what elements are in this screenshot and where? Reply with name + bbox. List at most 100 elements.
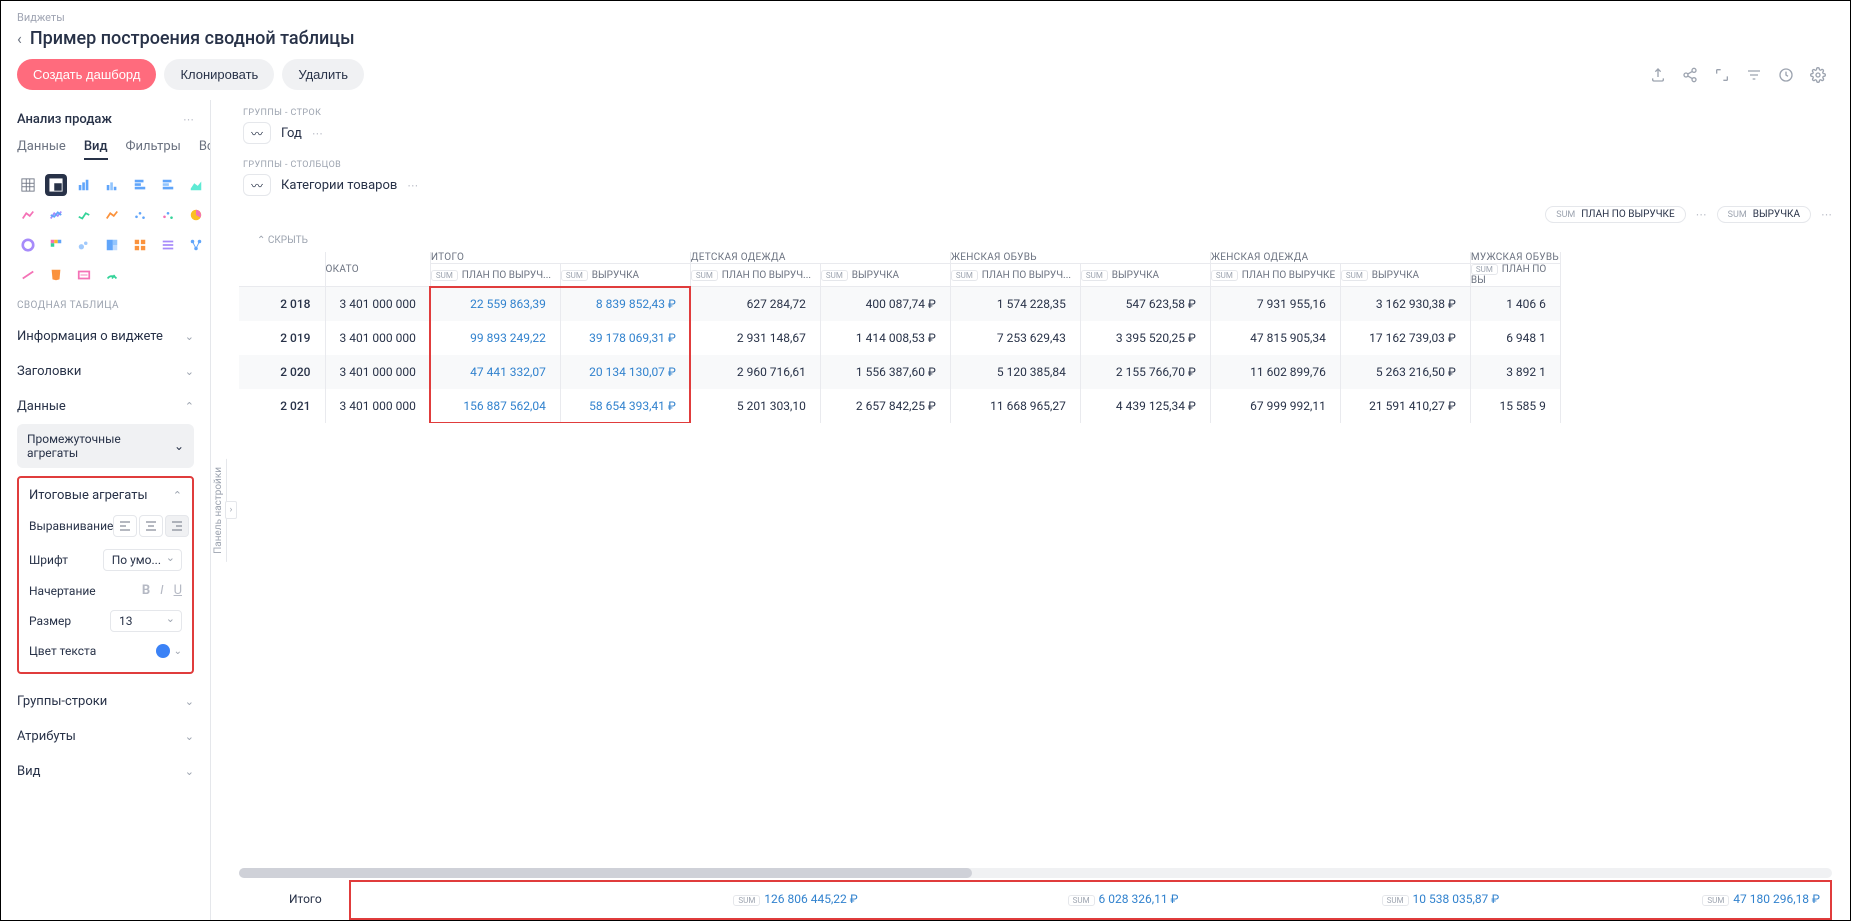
expand-icon[interactable] bbox=[1714, 67, 1730, 83]
size-select[interactable]: 13 bbox=[110, 610, 182, 632]
chart-type-card-icon[interactable] bbox=[73, 264, 95, 286]
rows-group-value[interactable]: Год bbox=[281, 126, 302, 141]
collapser-data[interactable]: Данные⌃ bbox=[17, 389, 204, 424]
clone-button[interactable]: Клонировать bbox=[164, 59, 274, 90]
share-icon[interactable] bbox=[1682, 67, 1698, 83]
metric-plan[interactable]: SUMПЛАН ПО ВЫРУЧКЕ bbox=[1545, 206, 1685, 223]
th-sub-rev[interactable]: SUMВЫРУЧКА bbox=[560, 264, 690, 287]
history-icon[interactable] bbox=[1778, 67, 1794, 83]
th-sub-plan[interactable]: SUMПЛАН ПО ВЫРУЧ... bbox=[430, 264, 560, 287]
align-left-button[interactable] bbox=[113, 515, 137, 537]
back-icon[interactable]: ‹ bbox=[17, 29, 22, 48]
th-kids[interactable]: ДЕТСКАЯ ОДЕЖДА bbox=[690, 252, 950, 264]
th-okato[interactable]: ОКАТО bbox=[325, 252, 430, 287]
collapser-attributes[interactable]: Атрибуты⌄ bbox=[17, 719, 204, 754]
chart-type-grid bbox=[17, 174, 204, 286]
itogo-plan-cell[interactable]: 99 893 249,22 bbox=[430, 321, 560, 355]
itogo-rev-cell[interactable]: 58 654 393,41 ₽ bbox=[560, 389, 690, 423]
chart-type-area-icon[interactable] bbox=[185, 174, 207, 196]
breadcrumb[interactable]: Виджеты bbox=[17, 11, 1834, 24]
th-sub-plan[interactable]: SUMПЛАН ПО ВЫРУЧКЕ bbox=[1210, 264, 1340, 287]
chart-type-hbar-icon[interactable] bbox=[129, 174, 151, 196]
itogo-rev-cell[interactable]: 39 178 069,31 ₽ bbox=[560, 321, 690, 355]
th-sub-rev[interactable]: SUMВЫРУЧКА bbox=[1340, 264, 1470, 287]
export-icon[interactable] bbox=[1650, 67, 1666, 83]
rows-group-menu[interactable]: ⋯ bbox=[312, 127, 323, 140]
delete-button[interactable]: Удалить bbox=[282, 59, 364, 90]
chart-type-pie-icon[interactable] bbox=[185, 204, 207, 226]
dataset-menu-icon[interactable]: ⋯ bbox=[183, 113, 194, 126]
th-wshoes[interactable]: ЖЕНСКАЯ ОБУВЬ bbox=[950, 252, 1210, 264]
collapser-headers[interactable]: Заголовки⌄ bbox=[17, 354, 204, 389]
chart-type-grid-icon[interactable] bbox=[129, 234, 151, 256]
total-cell: SUM10 538 035,87 ₽ bbox=[1191, 888, 1512, 910]
horizontal-scrollbar[interactable] bbox=[239, 868, 1832, 878]
chart-type-scatter2-icon[interactable] bbox=[157, 204, 179, 226]
tab-all[interactable]: Все bbox=[199, 139, 211, 160]
chart-type-bar-icon[interactable] bbox=[73, 174, 95, 196]
italic-button[interactable]: I bbox=[160, 583, 163, 598]
year-cell[interactable]: 2 020 bbox=[239, 355, 325, 389]
th-itogo[interactable]: ИТОГО bbox=[430, 252, 690, 264]
itogo-rev-cell[interactable]: 20 134 130,07 ₽ bbox=[560, 355, 690, 389]
year-cell[interactable]: 2 019 bbox=[239, 321, 325, 355]
chart-type-line5-icon[interactable] bbox=[17, 264, 39, 286]
chart-type-pivot-icon[interactable] bbox=[45, 174, 67, 196]
th-sub-rev[interactable]: SUMВЫРУЧКА bbox=[1080, 264, 1210, 287]
color-picker[interactable]: ⌄ bbox=[156, 644, 182, 658]
align-right-button[interactable] bbox=[165, 515, 189, 537]
collapser-vid[interactable]: Вид⌄ bbox=[17, 754, 204, 789]
collapser-final-agg[interactable]: Итоговые агрегаты⌃ bbox=[29, 486, 182, 509]
th-mshoes[interactable]: МУЖСКАЯ ОБУВЬ bbox=[1470, 252, 1560, 264]
tab-data[interactable]: Данные bbox=[17, 139, 66, 160]
metric-revenue[interactable]: SUMВЫРУЧКА bbox=[1717, 206, 1811, 223]
cols-group-chip[interactable]: 〰 bbox=[243, 174, 271, 196]
bold-button[interactable]: B bbox=[142, 583, 150, 598]
filter-icon[interactable] bbox=[1746, 67, 1762, 83]
hide-toggle[interactable]: СКРЫТЬ bbox=[239, 229, 1850, 252]
chart-type-html-icon[interactable] bbox=[45, 264, 67, 286]
th-wclothes[interactable]: ЖЕНСКАЯ ОДЕЖДА bbox=[1210, 252, 1470, 264]
th-year[interactable] bbox=[239, 252, 325, 287]
chart-type-gauge-icon[interactable] bbox=[101, 264, 123, 286]
cols-group-value[interactable]: Категории товаров bbox=[281, 178, 397, 193]
chart-type-treemap-icon[interactable] bbox=[101, 234, 123, 256]
tab-filters[interactable]: Фильтры bbox=[126, 139, 181, 160]
th-sub-rev[interactable]: SUMВЫРУЧКА bbox=[820, 264, 950, 287]
itogo-plan-cell[interactable]: 156 887 562,04 bbox=[430, 389, 560, 423]
chart-type-line3-icon[interactable] bbox=[73, 204, 95, 226]
collapser-group-rows[interactable]: Группы-строки⌄ bbox=[17, 684, 204, 719]
chart-type-list-icon[interactable] bbox=[157, 234, 179, 256]
create-dashboard-button[interactable]: Создать дашборд bbox=[17, 59, 156, 90]
th-sub-plan[interactable]: SUMПЛАН ПО ВЫРУЧ... bbox=[690, 264, 820, 287]
chart-type-heatmap-icon[interactable] bbox=[45, 234, 67, 256]
chart-type-line4-icon[interactable] bbox=[101, 204, 123, 226]
th-sub-plan[interactable]: SUMПЛАН ПО ВЫРУЧ... bbox=[950, 264, 1080, 287]
table-row: 2 0193 401 000 00099 893 249,2239 178 06… bbox=[239, 321, 1560, 355]
settings-icon[interactable] bbox=[1810, 67, 1826, 83]
chart-type-network-icon[interactable] bbox=[185, 234, 207, 256]
th-sub-plan[interactable]: SUMПЛАН ПО ВЫ bbox=[1470, 264, 1560, 287]
itogo-plan-cell[interactable]: 22 559 863,39 bbox=[430, 287, 560, 322]
chart-type-bubble-icon[interactable] bbox=[73, 234, 95, 256]
cols-group-menu[interactable]: ⋯ bbox=[407, 179, 418, 192]
chart-type-line-icon[interactable] bbox=[17, 204, 39, 226]
chart-type-column-icon[interactable] bbox=[101, 174, 123, 196]
chart-type-line2-icon[interactable] bbox=[45, 204, 67, 226]
chart-type-table-icon[interactable] bbox=[17, 174, 39, 196]
align-label: Выравнивание bbox=[29, 519, 113, 533]
underline-button[interactable]: U bbox=[174, 583, 182, 598]
itogo-rev-cell[interactable]: 8 839 852,43 ₽ bbox=[560, 287, 690, 322]
chart-type-hbar2-icon[interactable] bbox=[157, 174, 179, 196]
sub-intermediate-agg[interactable]: Промежуточные агрегаты⌄ bbox=[17, 424, 194, 468]
chart-type-donut-icon[interactable] bbox=[17, 234, 39, 256]
tab-view[interactable]: Вид bbox=[84, 139, 108, 160]
collapser-widget-info[interactable]: Информация о виджете⌄ bbox=[17, 319, 204, 354]
font-select[interactable]: По умо... bbox=[103, 549, 182, 571]
chart-type-scatter-icon[interactable] bbox=[129, 204, 151, 226]
year-cell[interactable]: 2 021 bbox=[239, 389, 325, 423]
itogo-plan-cell[interactable]: 47 441 332,07 bbox=[430, 355, 560, 389]
align-center-button[interactable] bbox=[139, 515, 163, 537]
year-cell[interactable]: 2 018 bbox=[239, 287, 325, 322]
rows-group-chip[interactable]: 〰 bbox=[243, 122, 271, 144]
